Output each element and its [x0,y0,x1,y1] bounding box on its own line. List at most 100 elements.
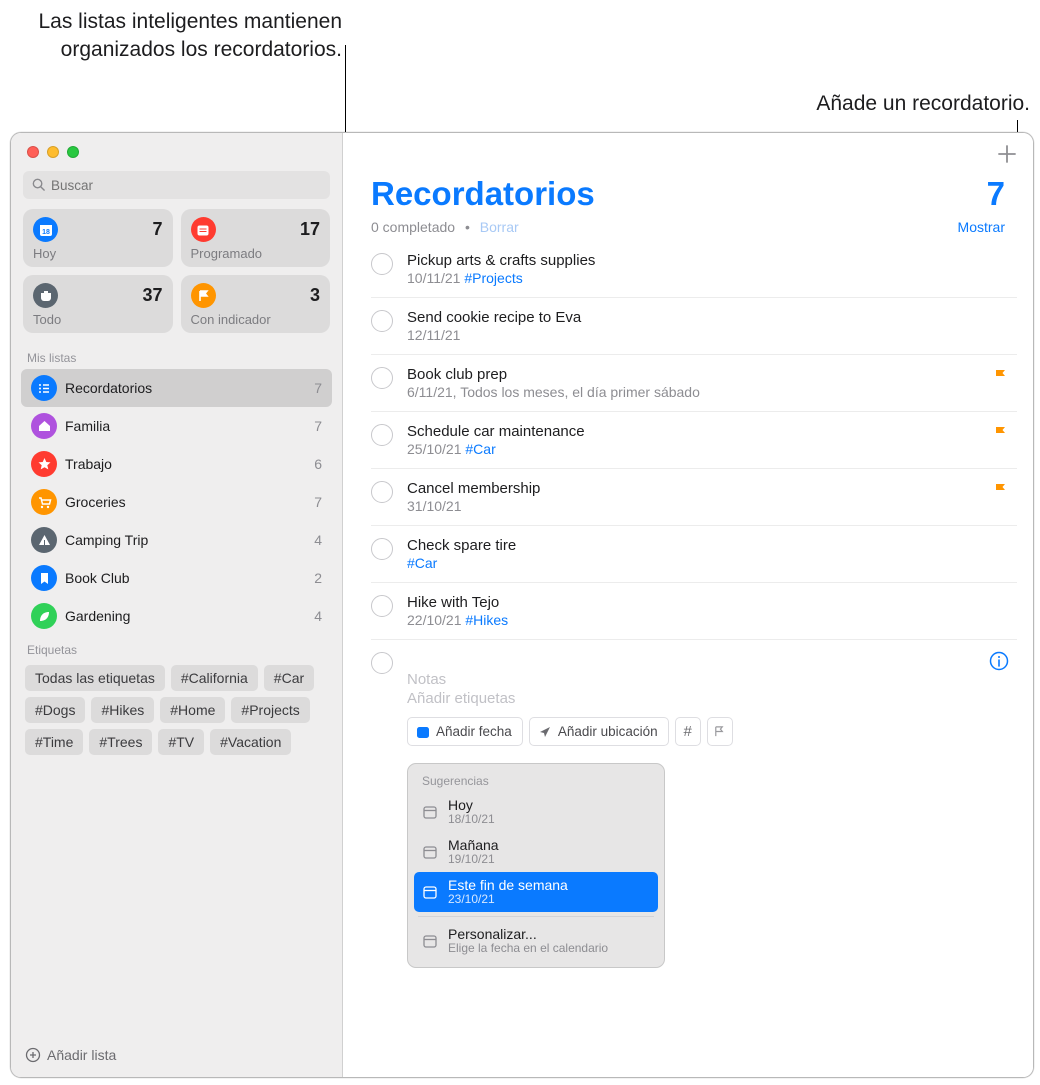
list-count: 7 [314,418,322,434]
reminder-row[interactable]: Send cookie recipe to Eva12/11/21 [371,298,1017,355]
add-reminder-button[interactable] [997,144,1017,164]
smart-card-icon [33,283,58,308]
location-arrow-icon [538,725,552,739]
suggestion-item[interactable]: Hoy18/10/21 [414,792,658,832]
reminder-meta: 10/11/21 #Projects [407,270,1009,286]
reminder-title: Check spare tire [407,537,1009,554]
flag-icon [713,725,726,738]
notes-placeholder[interactable]: Notas [407,671,989,688]
reminder-tag[interactable]: #Car [465,441,495,457]
list-icon [31,375,57,401]
reminder-row[interactable]: Book club prep6/11/21, Todos los meses, … [371,355,1017,412]
list-item-familia[interactable]: Familia7 [21,407,332,445]
smart-card-icon: 18 [33,217,58,242]
tag-chip[interactable]: #Hikes [91,697,154,723]
reminder-row[interactable]: Pickup arts & crafts supplies10/11/21 #P… [371,241,1017,298]
reminder-tag[interactable]: #Hikes [465,612,508,628]
tag-chip[interactable]: #Trees [89,729,152,755]
new-reminder-title-input[interactable] [407,651,989,668]
reminder-meta: 25/10/21 #Car [407,441,989,457]
list-item-gardening[interactable]: Gardening4 [21,597,332,635]
reminder-checkbox[interactable] [371,367,393,389]
smart-card-con indicador[interactable]: 3 Con indicador [181,275,331,333]
reminder-checkbox[interactable] [371,652,393,674]
add-flag-chip[interactable] [707,717,733,746]
tag-chip[interactable]: Todas las etiquetas [25,665,165,691]
tag-chip[interactable]: #California [171,665,258,691]
add-location-chip[interactable]: Añadir ubicación [529,717,669,746]
plus-circle-icon [25,1047,41,1063]
reminder-title: Schedule car maintenance [407,423,989,440]
tag-chip[interactable]: #Vacation [210,729,291,755]
list-count: 2 [314,570,322,586]
suggestion-subtitle: 18/10/21 [448,813,495,827]
search-icon [31,177,46,192]
close-button[interactable] [27,146,39,158]
suggestion-item[interactable]: Personalizar...Elige la fecha en el cale… [414,921,658,961]
info-button[interactable] [989,651,1009,671]
hash-icon: # [683,723,691,740]
list-item-book-club[interactable]: Book Club2 [21,559,332,597]
reminder-checkbox[interactable] [371,253,393,275]
suggestion-subtitle: Elige la fecha en el calendario [448,942,608,956]
list-icon [31,565,57,591]
add-date-chip[interactable]: Añadir fecha [407,717,523,746]
smart-card-label: Programado [191,246,321,261]
smart-card-todo[interactable]: 37Todo [23,275,173,333]
list-item-groceries[interactable]: Groceries7 [21,483,332,521]
suggestion-title: Mañana [448,837,499,853]
reminder-tag[interactable]: #Projects [464,270,522,286]
smart-card-programado[interactable]: 17Programado [181,209,331,267]
reminder-meta: #Car [407,555,1009,571]
smart-card-label: Todo [33,312,163,327]
tag-chip[interactable]: #TV [158,729,204,755]
add-list-button[interactable]: Añadir lista [11,1035,342,1077]
smart-lists-grid: 187Hoy17Programado37Todo 3 Con indicador [11,209,342,343]
reminder-row[interactable]: Check spare tire #Car [371,526,1017,583]
search-input[interactable] [23,171,330,199]
show-button[interactable]: Mostrar [958,219,1005,235]
list-icon [31,603,57,629]
reminder-tag[interactable]: #Car [407,555,437,571]
reminder-row[interactable]: Hike with Tejo22/10/21 #Hikes [371,583,1017,640]
tag-chip[interactable]: #Car [264,665,314,691]
reminder-checkbox[interactable] [371,424,393,446]
suggestion-item[interactable]: Este fin de semana23/10/21 [414,872,658,912]
tag-chip[interactable]: #Home [160,697,225,723]
clear-button[interactable]: Borrar [480,219,519,235]
reminder-checkbox[interactable] [371,538,393,560]
list-item-camping-trip[interactable]: Camping Trip4 [21,521,332,559]
reminder-row[interactable]: Schedule car maintenance25/10/21 #Car [371,412,1017,469]
reminder-checkbox[interactable] [371,310,393,332]
add-location-label: Añadir ubicación [558,724,658,739]
calendar-icon [422,884,438,900]
svg-text:18: 18 [42,229,50,236]
add-tag-chip[interactable]: # [675,717,701,746]
suggestion-title: Hoy [448,797,495,813]
list-item-trabajo[interactable]: Trabajo6 [21,445,332,483]
reminder-checkbox[interactable] [371,481,393,503]
tag-chip[interactable]: #Projects [231,697,309,723]
calendar-icon [422,844,438,860]
smart-card-icon [191,283,216,308]
reminder-checkbox[interactable] [371,595,393,617]
tag-chip[interactable]: #Time [25,729,83,755]
suggestion-subtitle: 23/10/21 [448,893,568,907]
suggestion-item[interactable]: Mañana19/10/21 [414,832,658,872]
list-count: 7 [314,380,322,396]
smart-card-count: 3 [310,285,320,306]
add-tags-placeholder[interactable]: Añadir etiquetas [407,690,989,707]
smart-card-label: Con indicador [191,312,321,327]
suggestions-header: Sugerencias [414,770,658,792]
reminder-meta: 6/11/21, Todos los meses, el día primer … [407,384,989,400]
minimize-button[interactable] [47,146,59,158]
suggestion-title: Personalizar... [448,926,608,942]
smart-card-hoy[interactable]: 187Hoy [23,209,173,267]
reminder-meta: 31/10/21 [407,498,989,514]
callout-add-reminder: Añade un recordatorio. [680,90,1030,118]
list-item-recordatorios[interactable]: Recordatorios7 [21,369,332,407]
maximize-button[interactable] [67,146,79,158]
reminder-row[interactable]: Cancel membership31/10/21 [371,469,1017,526]
tags-area: Todas las etiquetas#California#Car#Dogs#… [11,661,342,765]
tag-chip[interactable]: #Dogs [25,697,85,723]
